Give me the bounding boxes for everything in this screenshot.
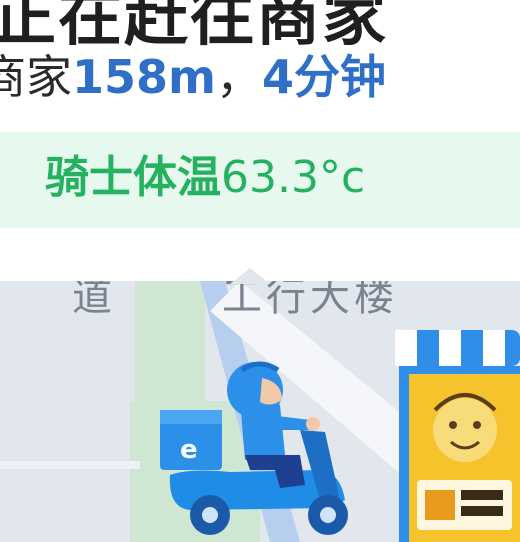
rider-wheel-rear-hub <box>202 507 218 523</box>
eta-prefix: 商家 <box>0 50 72 104</box>
rider-box-top <box>160 410 222 424</box>
banner-pointer <box>230 268 270 284</box>
eta-line: 商家158m，4分钟 <box>0 54 386 100</box>
shop-awning-stripe-3 <box>483 330 505 366</box>
map-road-divider <box>0 461 140 469</box>
shop-awning-stripe-2 <box>439 330 461 366</box>
rider-arm <box>270 415 312 430</box>
eta-time: 4分钟 <box>261 50 386 104</box>
rider-temperature-text: 骑士体温63.3°c <box>45 152 366 203</box>
rider-temperature-label: 骑士体温 <box>45 152 221 203</box>
rider-temperature-value: 63.3°c <box>221 152 366 203</box>
shop-mascot-eye-right <box>473 421 481 429</box>
rider-hand <box>306 417 320 431</box>
rider-wheel-front-hub <box>320 507 336 523</box>
delivery-rider-icon[interactable]: e <box>150 360 370 542</box>
map-road-label: 道 <box>72 281 112 320</box>
rider-box-logo: e <box>180 435 198 465</box>
shop-logo-stroke-2 <box>461 490 503 500</box>
shop-logo-stroke <box>425 490 455 520</box>
map-building-label: 工行大楼 <box>222 281 398 320</box>
shop-mascot-eye-left <box>449 421 457 429</box>
shop-marker-icon[interactable] <box>395 330 520 542</box>
rider-temperature-banner: 骑士体温63.3°c <box>0 132 520 228</box>
shop-mascot-head <box>433 398 497 462</box>
shop-logo-stroke-3 <box>461 506 503 516</box>
eta-separator: ， <box>215 50 262 104</box>
eta-distance: 158m <box>72 50 216 104</box>
order-status-header: 正在赶往商家 商家158m，4分钟 <box>0 0 520 130</box>
shop-awning-stripe-1 <box>395 330 417 366</box>
